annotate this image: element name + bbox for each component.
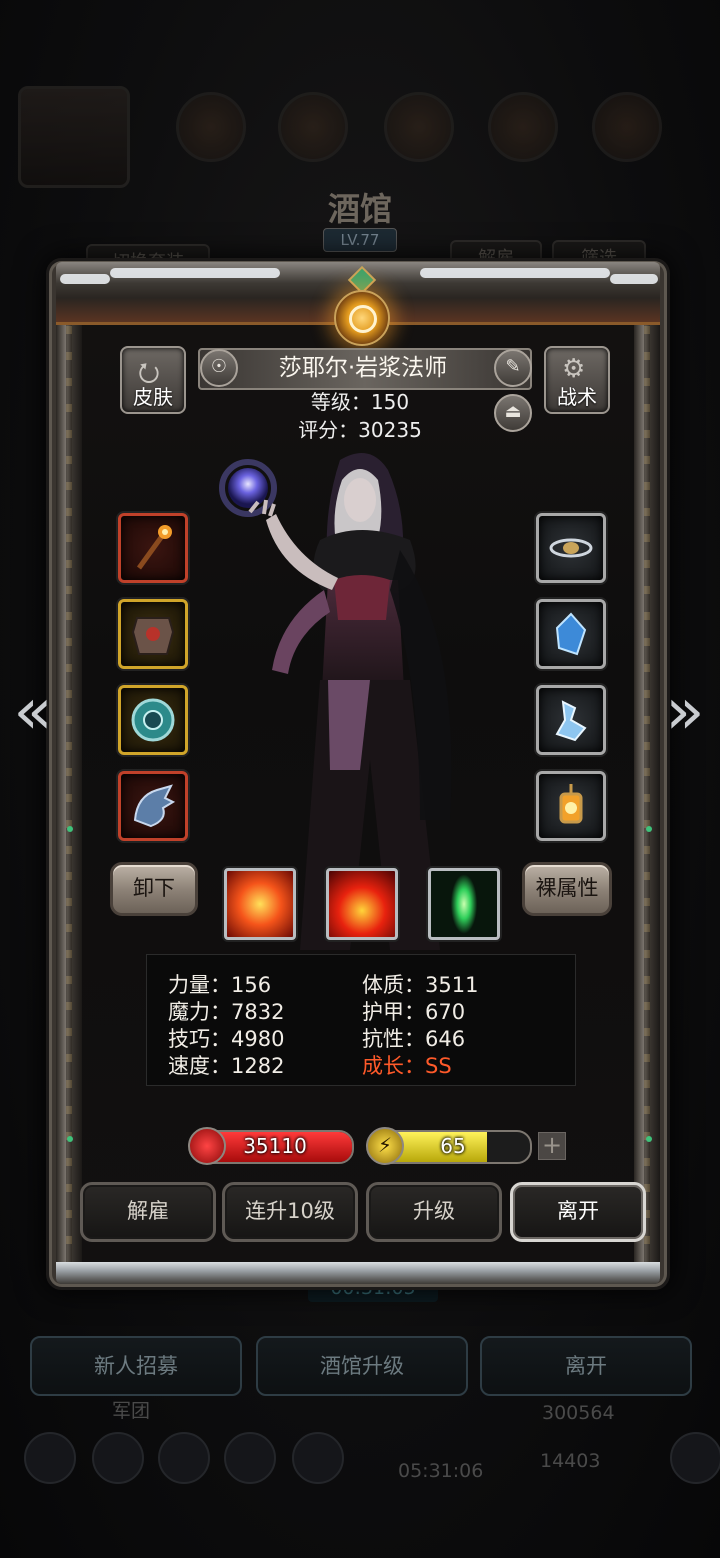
- stat-constitution: 体质：3511: [362, 973, 479, 997]
- stat-magic: 魔力：7832: [168, 1000, 285, 1024]
- gear-icon: ⚙: [562, 354, 586, 384]
- previous-hero-arrow-icon[interactable]: «: [8, 680, 58, 744]
- frame-snow-left: [110, 268, 280, 278]
- ring-icon: [549, 538, 593, 558]
- lightning-icon: ⚡: [366, 1127, 404, 1165]
- equip-slot-helm[interactable]: [118, 771, 188, 841]
- bg-tavern-level: LV.77: [323, 228, 397, 252]
- bg-tab-icon-4: [488, 92, 558, 162]
- green-beam-skill-icon[interactable]: [428, 868, 500, 940]
- dismiss-button[interactable]: 解雇: [80, 1182, 216, 1242]
- frame-gem: [646, 826, 652, 832]
- explosion-skill-icon[interactable]: [224, 868, 296, 940]
- ice-shard-icon: [555, 700, 587, 742]
- staff-icon: [136, 525, 172, 570]
- frame-gem: [67, 1136, 73, 1142]
- faction-emblem-icon: [334, 290, 390, 346]
- frame-snow-right: [420, 268, 610, 278]
- dragon-helm-icon: [133, 784, 176, 828]
- stat-skill: 技巧：4980: [168, 1027, 285, 1051]
- equip-slot-ring[interactable]: [536, 513, 606, 583]
- equip-slot-shield[interactable]: [118, 685, 188, 755]
- bg-tab-icon-1: [176, 92, 246, 162]
- frame-gem: [646, 1136, 652, 1142]
- bg-gem-amount: 14403: [540, 1450, 601, 1472]
- frame-gem: [67, 826, 73, 832]
- bg-gold-amount: 300564: [542, 1402, 615, 1424]
- level-up-button[interactable]: 升级: [366, 1182, 502, 1242]
- bg-team-label: 军团: [112, 1400, 151, 1422]
- chest-armor-icon: [131, 617, 175, 655]
- bg-dock-icon-3: [158, 1432, 210, 1484]
- frame-snow-corner-right: [610, 274, 658, 284]
- level-up-10-button[interactable]: 连升10级: [222, 1182, 358, 1242]
- fire-skill-icon[interactable]: [326, 868, 398, 940]
- naked-attributes-button[interactable]: 裸属性: [522, 862, 612, 916]
- bg-dock-icon-1: [24, 1432, 76, 1484]
- stat-resistance: 抗性：646: [362, 1027, 466, 1051]
- equip-slot-lantern[interactable]: [536, 771, 606, 841]
- equip-slot-armor[interactable]: [118, 599, 188, 669]
- stat-armor: 护甲：670: [362, 1000, 466, 1024]
- leave-button[interactable]: 离开: [510, 1182, 646, 1242]
- bg-dock-icon-5: [292, 1432, 344, 1484]
- bg-dock-icon-4: [224, 1432, 276, 1484]
- frame-snow-corner-left: [60, 274, 110, 284]
- stat-growth: 成长：SS: [362, 1054, 452, 1078]
- stat-strength: 力量：156: [168, 973, 272, 997]
- frame-bottom-ornament: [56, 1262, 660, 1284]
- shield-icon: [131, 698, 175, 742]
- add-energy-button[interactable]: +: [538, 1132, 566, 1160]
- ice-crystal-icon: [555, 612, 587, 656]
- bg-tab-icon-2: [278, 92, 348, 162]
- rename-edit-icon[interactable]: ✎: [494, 349, 532, 387]
- hero-level: 等级：150: [310, 390, 410, 414]
- bg-recruit-button: 新人招募: [30, 1336, 242, 1396]
- hero-badge-icon[interactable]: ☉: [200, 349, 238, 387]
- hero-score: 评分：30235: [298, 418, 422, 442]
- bg-tab-icon-5: [592, 92, 662, 162]
- frame-left-pillar: [56, 300, 82, 1280]
- bg-leave-button: 离开: [480, 1336, 692, 1396]
- heart-icon: [188, 1127, 226, 1165]
- lantern-icon: [559, 784, 583, 824]
- equip-slot-accessory-1[interactable]: [536, 599, 606, 669]
- bg-dock-icon-6: [670, 1432, 720, 1484]
- bg-dock-timer: 05:31:06: [398, 1460, 484, 1482]
- next-hero-arrow-icon[interactable]: »: [660, 680, 710, 744]
- bg-dock-icon-2: [92, 1432, 144, 1484]
- stat-speed: 速度：1282: [168, 1054, 285, 1078]
- bg-upgrade-tavern-button: 酒馆升级: [256, 1336, 468, 1396]
- equip-slot-accessory-2[interactable]: [536, 685, 606, 755]
- unequip-button[interactable]: 卸下: [110, 862, 198, 916]
- bg-hero-portrait: [18, 86, 130, 188]
- bg-tab-icon-3: [384, 92, 454, 162]
- bg-tavern-title: 酒馆: [327, 190, 392, 228]
- frame-right-pillar: [634, 300, 660, 1280]
- equip-slot-weapon[interactable]: [118, 513, 188, 583]
- hero-name: 莎耶尔·岩浆法师: [278, 355, 448, 381]
